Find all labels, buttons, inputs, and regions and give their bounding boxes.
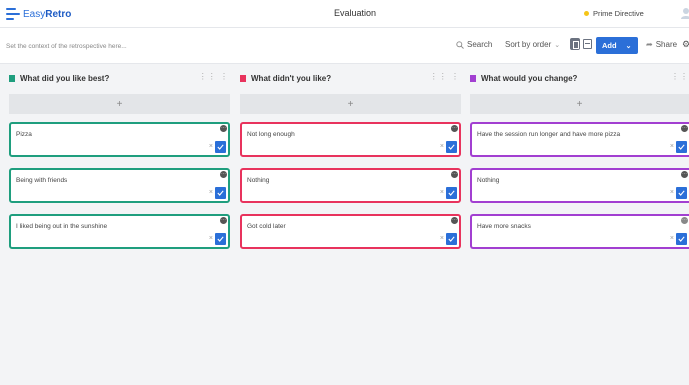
column-color-swatch (470, 74, 476, 82)
close-icon[interactable]: × (670, 235, 674, 242)
column-color-swatch (9, 74, 15, 82)
gear-icon[interactable]: ⚙ (682, 39, 689, 50)
column-title: What did you like best? (20, 73, 110, 83)
add-card-button[interactable]: + (9, 94, 230, 114)
check-icon[interactable] (215, 233, 226, 245)
add-label: Add (602, 41, 617, 50)
check-icon[interactable] (446, 233, 457, 245)
check-icon[interactable] (676, 233, 687, 245)
toolbar: Search Sort by order ⌄ Add ⌄ ➦ Share ⚙ (0, 28, 689, 64)
column-header: What did you like best? ⋮⋮ ⋮ (9, 71, 237, 85)
chevron-down-icon: ⌄ (625, 42, 632, 50)
card-text: Not long enough (247, 131, 295, 138)
check-icon[interactable] (215, 141, 226, 153)
card-menu-icon[interactable]: ⋯ (681, 125, 688, 132)
card-menu-icon[interactable]: ⋯ (681, 171, 688, 178)
drag-handle-icon[interactable]: ⋮⋮ ⋮ (430, 72, 460, 81)
card-menu-icon[interactable]: ⋯ (451, 171, 458, 178)
card-menu-icon[interactable]: ⋯ (220, 171, 227, 178)
column-header: What would you change? ⋮⋮ (470, 71, 689, 85)
prime-directive-label: Prime Directive (593, 9, 644, 18)
add-card-button[interactable]: + (470, 94, 689, 114)
card-text: Pizza (16, 131, 32, 138)
close-icon[interactable]: × (440, 189, 444, 196)
logo-icon (6, 8, 20, 20)
check-icon[interactable] (676, 187, 687, 199)
card-text: Being with friends (16, 177, 68, 184)
column-title: What didn't you like? (251, 73, 332, 83)
card-text: Nothing (477, 177, 500, 184)
add-card-button[interactable]: + (240, 94, 461, 114)
check-icon[interactable] (446, 141, 457, 153)
card[interactable]: Pizza ⋯ × (9, 122, 230, 157)
card-menu-icon[interactable]: ⋯ (681, 217, 688, 224)
close-icon[interactable]: × (670, 143, 674, 150)
close-icon[interactable]: × (440, 143, 444, 150)
board-title[interactable]: Evaluation (300, 8, 410, 18)
close-icon[interactable]: × (209, 143, 213, 150)
share-icon: ➦ (646, 40, 653, 49)
share-button[interactable]: ➦ Share (646, 40, 677, 49)
column-header: What didn't you like? ⋮⋮ ⋮ (240, 71, 468, 85)
top-bar: EasyRetro Evaluation Prime Directive (0, 0, 689, 28)
card[interactable]: Have the session run longer and have mor… (470, 122, 689, 157)
card[interactable]: Nothing ⋯ × (240, 168, 461, 203)
column-didnt-like: What didn't you like? ⋮⋮ ⋮ + Not long en… (240, 64, 468, 385)
card[interactable]: Got cold later ⋯ × (240, 214, 461, 249)
close-icon[interactable]: × (209, 235, 213, 242)
prime-directive-link[interactable]: Prime Directive (584, 9, 644, 18)
card-menu-icon[interactable]: ⋯ (220, 125, 227, 132)
card[interactable]: Being with friends ⋯ × (9, 168, 230, 203)
retro-context-input[interactable] (6, 39, 306, 53)
drag-handle-icon[interactable]: ⋮⋮ ⋮ (199, 72, 229, 81)
column-would-change: What would you change? ⋮⋮ + Have the ses… (470, 64, 689, 385)
card-text: I liked being out in the sunshine (16, 223, 108, 230)
column-liked-best: What did you like best? ⋮⋮ ⋮ + Pizza ⋯ ×… (9, 64, 237, 385)
check-icon[interactable] (215, 187, 226, 199)
user-icon[interactable] (680, 7, 689, 19)
share-label: Share (655, 40, 678, 49)
close-icon[interactable]: × (440, 235, 444, 242)
card[interactable]: Have more snacks ⋯ × (470, 214, 689, 249)
chevron-down-icon: ⌄ (554, 41, 561, 49)
close-icon[interactable]: × (670, 189, 674, 196)
drag-handle-icon[interactable]: ⋮⋮ (671, 72, 689, 81)
card-menu-icon[interactable]: ⋯ (451, 217, 458, 224)
view-toggle (570, 38, 592, 50)
sort-dropdown[interactable]: Sort by order ⌄ (505, 40, 560, 49)
lightbulb-icon (584, 11, 589, 16)
search-label: Search (467, 40, 493, 49)
columns-view-icon[interactable] (570, 38, 580, 50)
card-text: Have more snacks (477, 223, 531, 230)
card-text: Have the session run longer and have mor… (477, 131, 621, 138)
logo-text: EasyRetro (23, 8, 72, 20)
check-icon[interactable] (446, 187, 457, 199)
close-icon[interactable]: × (209, 189, 213, 196)
card[interactable]: Not long enough ⋯ × (240, 122, 461, 157)
column-title: What would you change? (481, 73, 578, 83)
app-logo[interactable]: EasyRetro (6, 7, 71, 21)
card-menu-icon[interactable]: ⋯ (451, 125, 458, 132)
card[interactable]: Nothing ⋯ × (470, 168, 689, 203)
add-button[interactable]: Add ⌄ (596, 37, 638, 54)
sort-label: Sort by order (505, 40, 552, 49)
rows-view-icon[interactable] (583, 39, 592, 49)
card-menu-icon[interactable]: ⋯ (220, 217, 227, 224)
check-icon[interactable] (676, 141, 687, 153)
card-text: Got cold later (247, 223, 286, 230)
search-icon (456, 40, 464, 49)
search-button[interactable]: Search (456, 40, 492, 49)
card[interactable]: I liked being out in the sunshine ⋯ × (9, 214, 230, 249)
card-text: Nothing (247, 177, 270, 184)
column-color-swatch (240, 74, 246, 82)
